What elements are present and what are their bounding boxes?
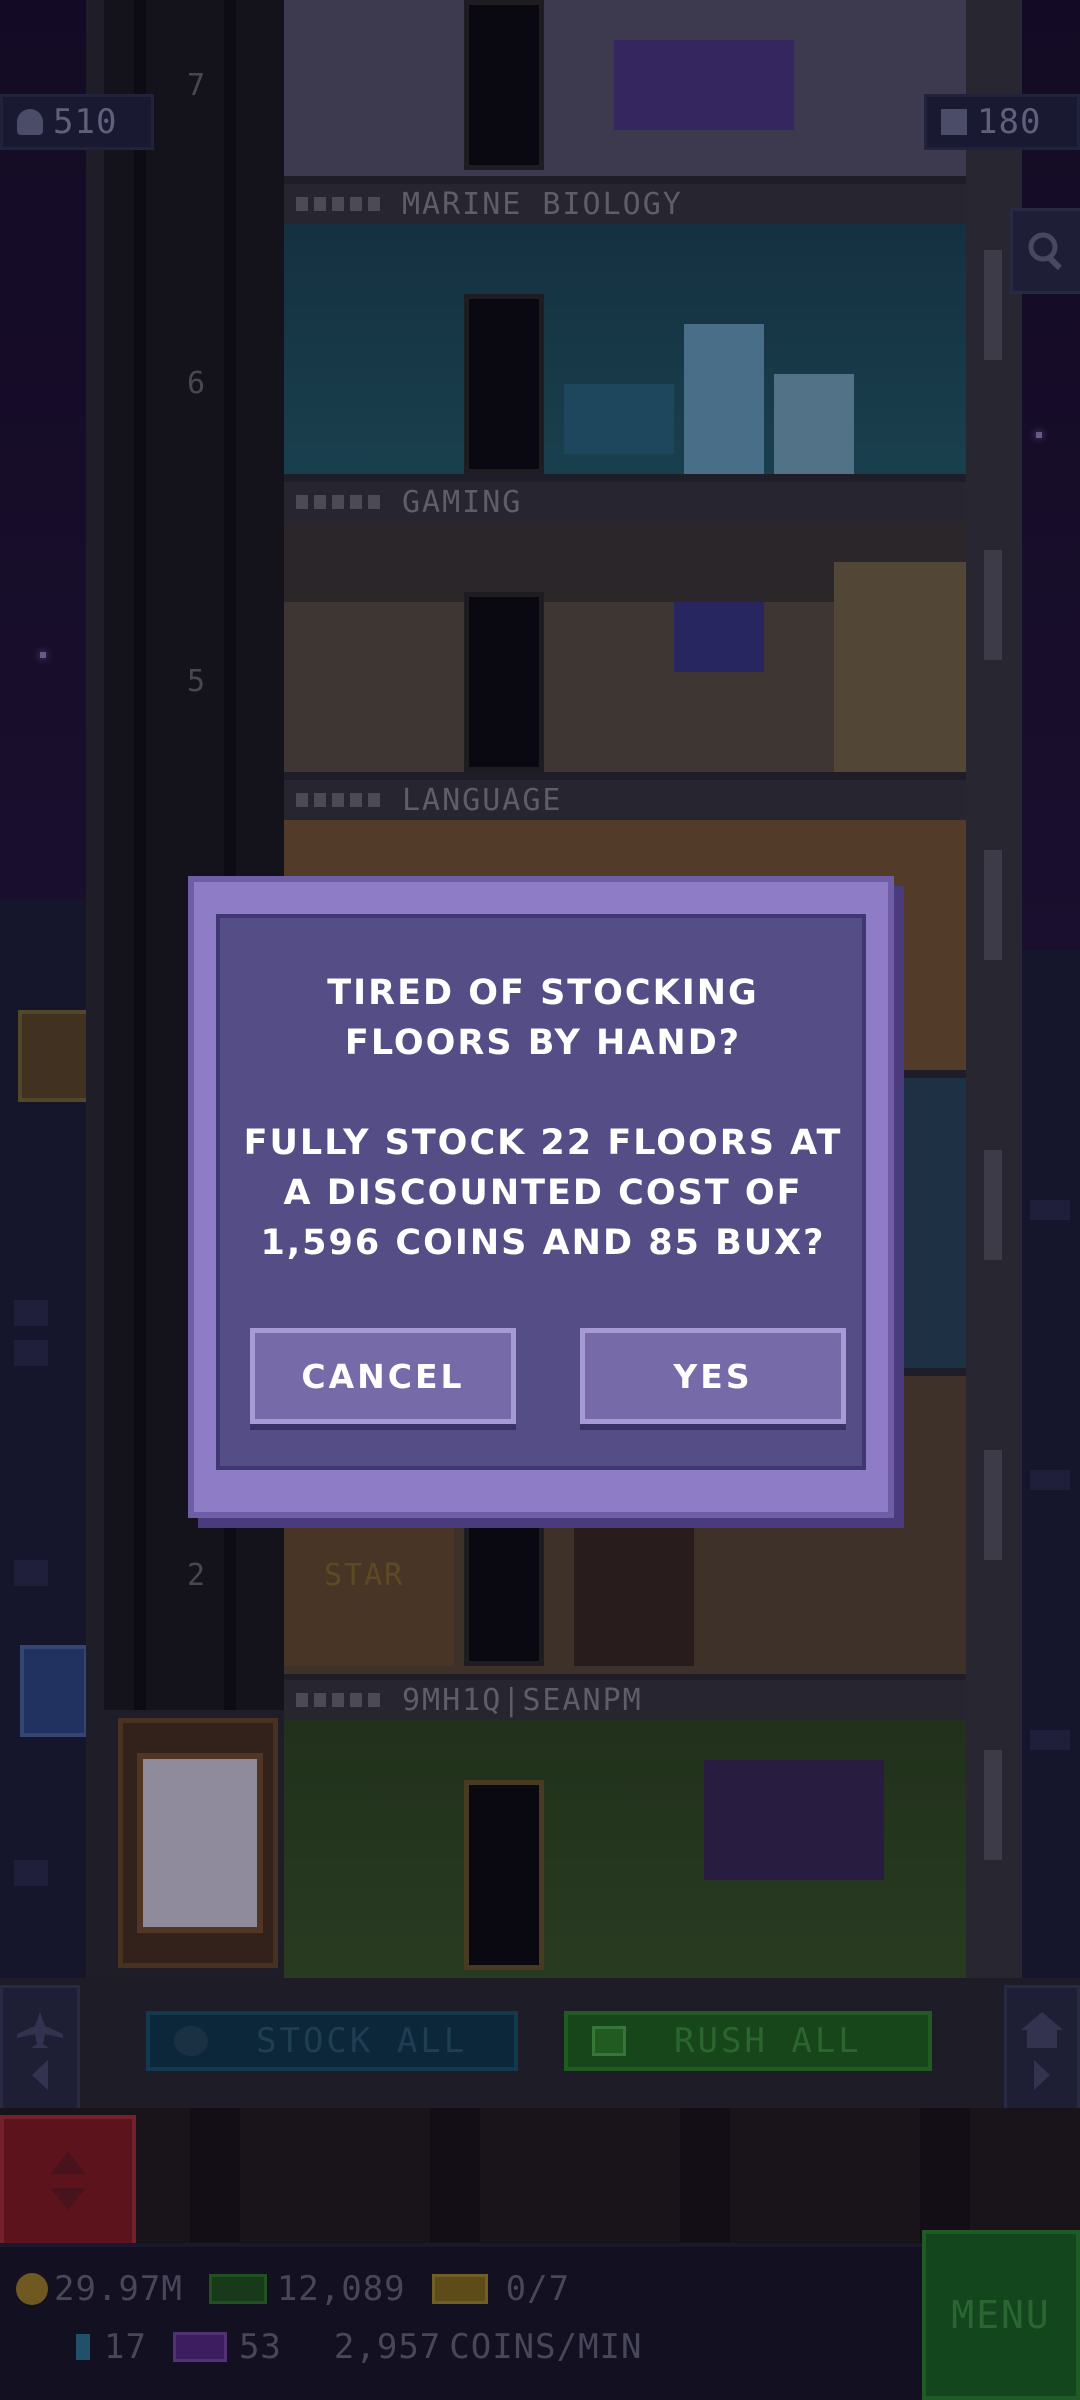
home-icon <box>1021 2012 1063 2048</box>
rush-all-button[interactable]: RUSH ALL <box>564 2011 932 2071</box>
bux-icon <box>592 2026 626 2056</box>
fries-billboard <box>18 1010 90 1102</box>
stock-dots <box>296 495 380 509</box>
star-sign: STAR <box>324 1558 405 1593</box>
tv-icon <box>172 2332 227 2362</box>
floor-number: 5 <box>186 664 206 699</box>
hud-row-bottom: 17 53 2,957 COINS/MIN <box>76 2327 643 2367</box>
ticket-icon <box>431 2274 488 2304</box>
nav-prev-button[interactable] <box>0 1985 80 2115</box>
up-arrow-icon <box>50 2152 86 2174</box>
nav-next-button[interactable] <box>1004 1985 1080 2115</box>
background-building-right <box>1020 950 1080 1980</box>
floor-room <box>284 522 966 772</box>
floor-number: 6 <box>186 366 206 401</box>
floor-counter[interactable]: 180 <box>924 94 1080 150</box>
floor-room <box>284 1720 966 1978</box>
tv-value: 53 <box>238 2327 282 2367</box>
floor-marine-biology[interactable]: MARINE BIOLOGY <box>284 184 966 474</box>
bux-icon <box>208 2274 267 2304</box>
stock-all-button[interactable]: STOCK ALL <box>146 2011 518 2071</box>
floor-room <box>284 0 966 176</box>
floor-lobby[interactable]: 9MH1Q|SEANPM <box>284 1680 966 1978</box>
cancel-label: CANCEL <box>301 1356 465 1396</box>
floor-name: MARINE BIOLOGY <box>402 186 683 222</box>
floor-name: GAMING <box>402 484 523 520</box>
stock-all-label: STOCK ALL <box>256 2021 468 2061</box>
rate-unit: COINS/MIN <box>449 2327 643 2367</box>
floor-room <box>284 224 966 474</box>
rate-value: 2,957 <box>333 2327 442 2367</box>
menu-button[interactable]: MENU <box>922 2230 1080 2400</box>
clock-icon <box>174 2026 208 2056</box>
tickets-value: 0/7 <box>505 2269 571 2309</box>
chevron-left-icon <box>32 2060 48 2090</box>
star-decoration <box>40 652 46 658</box>
floor-gaming[interactable]: GAMING <box>284 482 966 772</box>
gem-icon <box>76 2334 90 2360</box>
floor-7[interactable] <box>284 0 966 176</box>
floor-label: LANGUAGE <box>284 780 966 820</box>
floor-label: 9MH1Q|SEANPM <box>284 1680 966 1720</box>
stock-dots <box>296 1693 380 1707</box>
floor-name: LANGUAGE <box>402 782 563 818</box>
airplane-icon <box>17 2012 63 2048</box>
population-counter[interactable]: 510 <box>0 94 154 150</box>
chevron-right-icon <box>1034 2060 1050 2090</box>
dialog-message: TIRED OF STOCKING FLOORS BY HAND? FULLY … <box>238 968 848 1268</box>
search-button[interactable] <box>1010 208 1080 294</box>
magnifier-icon <box>1028 232 1062 271</box>
menu-label: MENU <box>951 2293 1051 2337</box>
down-arrow-icon <box>50 2188 86 2210</box>
floor-name: 9MH1Q|SEANPM <box>402 1682 643 1718</box>
dialog-panel: TIRED OF STOCKING FLOORS BY HAND? FULLY … <box>216 914 866 1470</box>
star-decoration <box>1036 432 1042 438</box>
gems-value: 17 <box>104 2327 147 2367</box>
dialog-offer: FULLY STOCK 22 FLOORS AT A DISCOUNTED CO… <box>243 1123 843 1263</box>
floor-number: 2 <box>186 1558 206 1593</box>
hud-bar: 29.97M 12,089 0/7 17 53 2,957 COINS/MIN <box>0 2243 1080 2400</box>
coins-value: 29.97M <box>54 2269 183 2309</box>
blue-sign <box>20 1645 88 1737</box>
hud-row-top: 29.97M 12,089 0/7 <box>16 2269 570 2309</box>
person-icon <box>17 109 43 135</box>
stock-floors-dialog: TIRED OF STOCKING FLOORS BY HAND? FULLY … <box>188 876 894 1518</box>
floor-count-value: 180 <box>977 102 1042 142</box>
rush-all-label: RUSH ALL <box>674 2021 862 2061</box>
floor-number: 7 <box>186 68 206 103</box>
population-value: 510 <box>53 102 118 142</box>
lobby-entrance <box>118 1718 278 1968</box>
floor-label: MARINE BIOLOGY <box>284 184 966 224</box>
ground-level <box>0 2108 1080 2243</box>
stock-dots <box>296 197 380 211</box>
stock-dots <box>296 793 380 807</box>
bux-value: 12,089 <box>276 2269 406 2309</box>
yes-button[interactable]: YES <box>580 1328 846 1424</box>
tower-right-column <box>966 0 1022 1980</box>
yes-label: YES <box>673 1356 753 1396</box>
coin-icon <box>16 2273 48 2305</box>
dialog-question: TIRED OF STOCKING FLOORS BY HAND? <box>327 973 759 1063</box>
elevator-button[interactable] <box>0 2115 136 2247</box>
cancel-button[interactable]: CANCEL <box>250 1328 516 1424</box>
floor-label: GAMING <box>284 482 966 522</box>
building-icon <box>941 109 967 135</box>
